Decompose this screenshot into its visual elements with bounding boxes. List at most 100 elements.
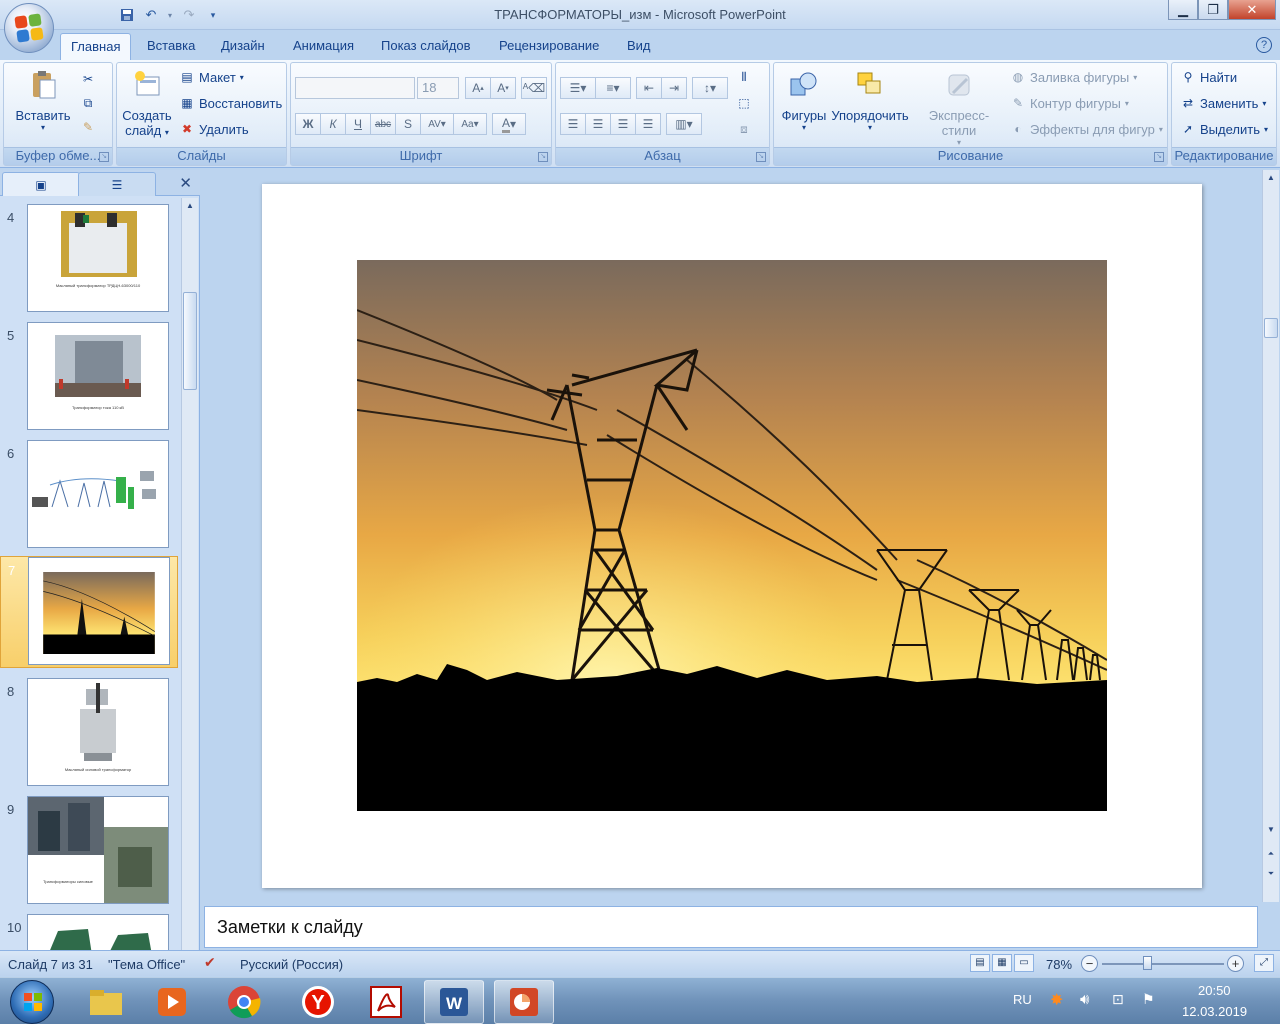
shapes-button[interactable]: Фигуры ▾ [778, 69, 830, 132]
clipboard-launcher-icon[interactable]: ↘ [99, 152, 109, 162]
smartart-button[interactable]: ⧈ [736, 121, 752, 137]
shape-fill-button[interactable]: ◍ Заливка фигуры ▾ [1010, 69, 1138, 85]
text-direction-button[interactable]: ⫴ [736, 69, 752, 85]
shape-outline-button[interactable]: ✎ Контур фигуры ▾ [1010, 95, 1129, 111]
italic-icon[interactable]: К [320, 113, 346, 135]
thumbnail-item[interactable]: 10 [0, 914, 178, 950]
tab-design[interactable]: Дизайн [221, 38, 265, 53]
tab-view[interactable]: Вид [627, 38, 651, 53]
slideshow-icon[interactable]: ▭ [1014, 954, 1034, 972]
thumbnail-item[interactable]: 4 Масляный трансформатор ТРДЦН-63000/110 [0, 204, 178, 316]
fit-to-window-icon[interactable]: ⤢ [1254, 954, 1274, 972]
help-icon[interactable]: ? [1256, 37, 1272, 53]
copy-button[interactable]: ⧉ [80, 95, 96, 111]
align-left-icon[interactable]: ☰ [560, 113, 586, 135]
bold-icon[interactable]: Ж [295, 113, 321, 135]
delete-slide-button[interactable]: ✖ Удалить [179, 121, 249, 137]
tab-outline-view[interactable]: ☰ [78, 172, 156, 196]
thumbnail-item-active[interactable]: 7 [0, 556, 178, 668]
avast-icon[interactable]: ✸ [1050, 990, 1063, 1024]
paste-button[interactable]: Вставить ▾ [10, 69, 76, 132]
tab-slides-view[interactable]: ▣ [2, 172, 80, 196]
language-indicator[interactable]: Русский (Россия) [240, 957, 343, 972]
word-app[interactable]: W [424, 980, 484, 1024]
zoom-in-icon[interactable]: + [1227, 955, 1244, 972]
previous-slide-icon[interactable]: ⏶ [1263, 846, 1279, 862]
shape-effects-button[interactable]: ◐ Эффекты для фигур ▾ [1010, 121, 1162, 137]
underline-icon[interactable]: Ч [345, 113, 371, 135]
thumbnail-item[interactable]: 5 Трансформатор тока 110 кВ [0, 322, 178, 434]
slide-scroll-up-icon[interactable]: ▲ [1263, 170, 1279, 186]
tab-review[interactable]: Рецензирование [499, 38, 599, 53]
new-slide-button[interactable]: Создать слайд ▾ [119, 69, 175, 138]
align-right-icon[interactable]: ☰ [610, 113, 636, 135]
change-case-icon[interactable]: Aa▾ [453, 113, 487, 135]
reset-button[interactable]: ▦ Восстановить [179, 95, 282, 111]
slide-scrollbar-thumb[interactable] [1264, 318, 1278, 338]
slide-scroll-down-icon[interactable]: ▼ [1263, 822, 1279, 838]
thumbnail-item[interactable]: 9 Трансформаторы силовые [0, 796, 178, 908]
char-spacing-icon[interactable]: AV▾ [420, 113, 454, 135]
clock-date[interactable]: 12.03.2019 [1182, 1004, 1247, 1024]
quick-styles-button[interactable]: Экспресс-стили ▾ [912, 69, 1006, 147]
slide-scrollbar[interactable]: ▲ ▼ ⏶ ⏷ [1262, 170, 1279, 902]
thumbnail-item[interactable]: 8 Масляный силовой трансформатор [0, 678, 178, 790]
input-language[interactable]: RU [1013, 992, 1032, 1024]
decrease-indent-icon[interactable]: ⇤ [636, 77, 662, 99]
notes-pane[interactable]: Заметки к слайду [204, 906, 1258, 948]
shrink-font-icon[interactable]: A ▾ [490, 77, 516, 99]
normal-view-icon[interactable]: ▤ [970, 954, 990, 972]
drawing-launcher-icon[interactable]: ↘ [1154, 152, 1164, 162]
powerpoint-app[interactable] [494, 980, 554, 1024]
tab-animation[interactable]: Анимация [293, 38, 354, 53]
tab-home[interactable]: Главная [60, 33, 132, 61]
media-player-app[interactable] [142, 980, 202, 1024]
zoom-slider[interactable] [1102, 963, 1224, 965]
clear-format-icon[interactable]: ᴬ⌫ [521, 77, 547, 99]
replace-button[interactable]: ⇄ Заменить ▾ [1180, 95, 1266, 111]
arrange-button[interactable]: Упорядочить ▾ [830, 69, 910, 132]
close-panel-icon[interactable]: ✕ [179, 174, 192, 192]
strikethrough-icon[interactable]: abc [370, 113, 396, 135]
font-launcher-icon[interactable]: ↘ [538, 152, 548, 162]
chrome-app[interactable] [214, 980, 274, 1024]
align-text-button[interactable]: ⬚ [736, 95, 752, 111]
zoom-slider-knob[interactable] [1143, 956, 1152, 970]
next-slide-icon[interactable]: ⏷ [1263, 866, 1279, 882]
cut-button[interactable]: ✂ [80, 71, 96, 87]
spellcheck-icon[interactable]: ✔ [204, 954, 216, 971]
pdf-reader-app[interactable] [356, 980, 416, 1024]
close-button[interactable]: ✕ [1228, 0, 1276, 20]
line-spacing-icon[interactable]: ↕▾ [692, 77, 728, 99]
zoom-out-icon[interactable]: − [1081, 955, 1098, 972]
tab-insert[interactable]: Вставка [147, 38, 195, 53]
grow-font-icon[interactable]: A ▴ [465, 77, 491, 99]
start-button[interactable] [10, 980, 54, 1024]
maximize-button[interactable]: ❐ [1198, 0, 1228, 20]
format-painter-button[interactable]: ✎ [80, 119, 96, 135]
increase-indent-icon[interactable]: ⇥ [661, 77, 687, 99]
select-button[interactable]: ➚ Выделить ▾ [1180, 121, 1268, 137]
shadow-icon[interactable]: S [395, 113, 421, 135]
find-button[interactable]: ⚲ Найти [1180, 69, 1238, 85]
align-center-icon[interactable]: ☰ [585, 113, 611, 135]
zoom-level[interactable]: 78% [1046, 957, 1072, 972]
network-icon[interactable]: ⊡ [1112, 991, 1124, 1024]
font-size-field[interactable]: 18 [417, 77, 459, 99]
current-slide[interactable] [262, 184, 1202, 888]
action-center-icon[interactable]: ⚑ [1142, 991, 1155, 1024]
tab-slideshow[interactable]: Показ слайдов [381, 38, 471, 53]
layout-button[interactable]: ▤ Макет ▾ [179, 69, 243, 85]
minimize-button[interactable]: ▁ [1168, 0, 1198, 20]
scroll-up-icon[interactable]: ▲ [182, 198, 198, 214]
yandex-browser-app[interactable]: Y [288, 980, 348, 1024]
explorer-app[interactable] [76, 980, 136, 1024]
columns-icon[interactable]: ▥▾ [666, 113, 702, 135]
power-lines-sunset-photo[interactable] [357, 260, 1107, 811]
slide-sorter-icon[interactable]: ▦ [992, 954, 1012, 972]
thumbnail-item[interactable]: 6 [0, 440, 178, 552]
office-button[interactable] [4, 3, 54, 53]
font-name-field[interactable] [295, 77, 415, 99]
bullets-icon[interactable]: ☰▾ [560, 77, 596, 99]
font-color-icon[interactable]: A ▾ [492, 113, 526, 135]
